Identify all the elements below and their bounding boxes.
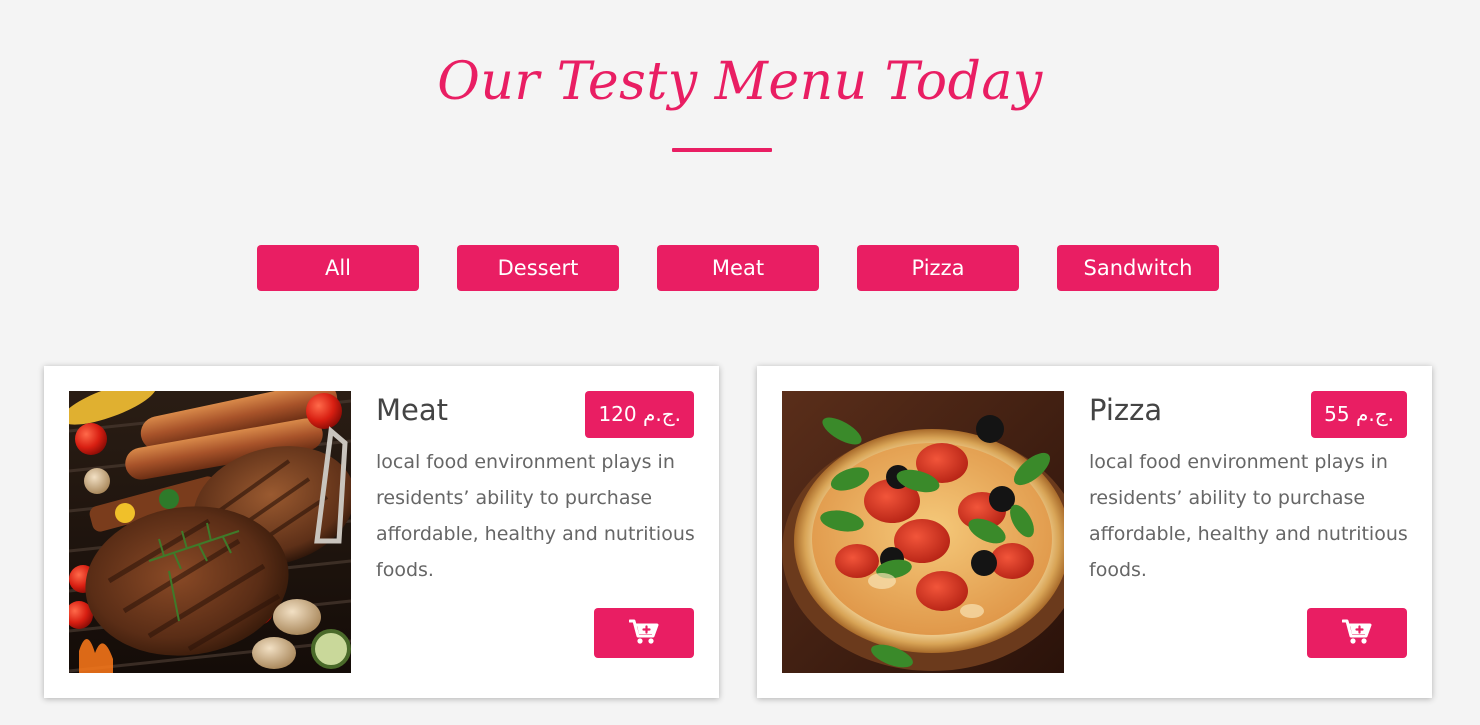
menu-card-pizza: Pizza 55 ج.م. local food environment pla… [757,366,1432,698]
price-badge: 120 ج.م. [585,391,694,438]
add-to-cart-button[interactable] [1307,608,1407,658]
pizza-image [782,391,1064,673]
card-title: Pizza [1089,393,1163,427]
card-description: local food environment plays in resident… [376,451,695,581]
filter-dessert-button[interactable]: Dessert [457,245,619,291]
filter-pizza-button[interactable]: Pizza [857,245,1019,291]
cart-plus-icon [628,619,659,648]
filter-meat-button[interactable]: Meat [657,245,819,291]
card-description: local food environment plays in resident… [1089,451,1408,581]
menu-filter-bar: All Dessert Meat Pizza Sandwitch [257,245,1219,291]
page-title: Our Testy Menu Today [437,52,1043,112]
filter-all-button[interactable]: All [257,245,419,291]
add-to-cart-button[interactable] [594,608,694,658]
menu-card-meat: Meat 120 ج.م. local food environment pla… [44,366,719,698]
cart-plus-icon [1341,619,1372,648]
title-underline [672,148,772,152]
grilled-meat-image [69,391,351,673]
price-badge: 55 ج.م. [1311,391,1407,438]
filter-sandwitch-button[interactable]: Sandwitch [1057,245,1219,291]
card-title: Meat [376,393,449,427]
